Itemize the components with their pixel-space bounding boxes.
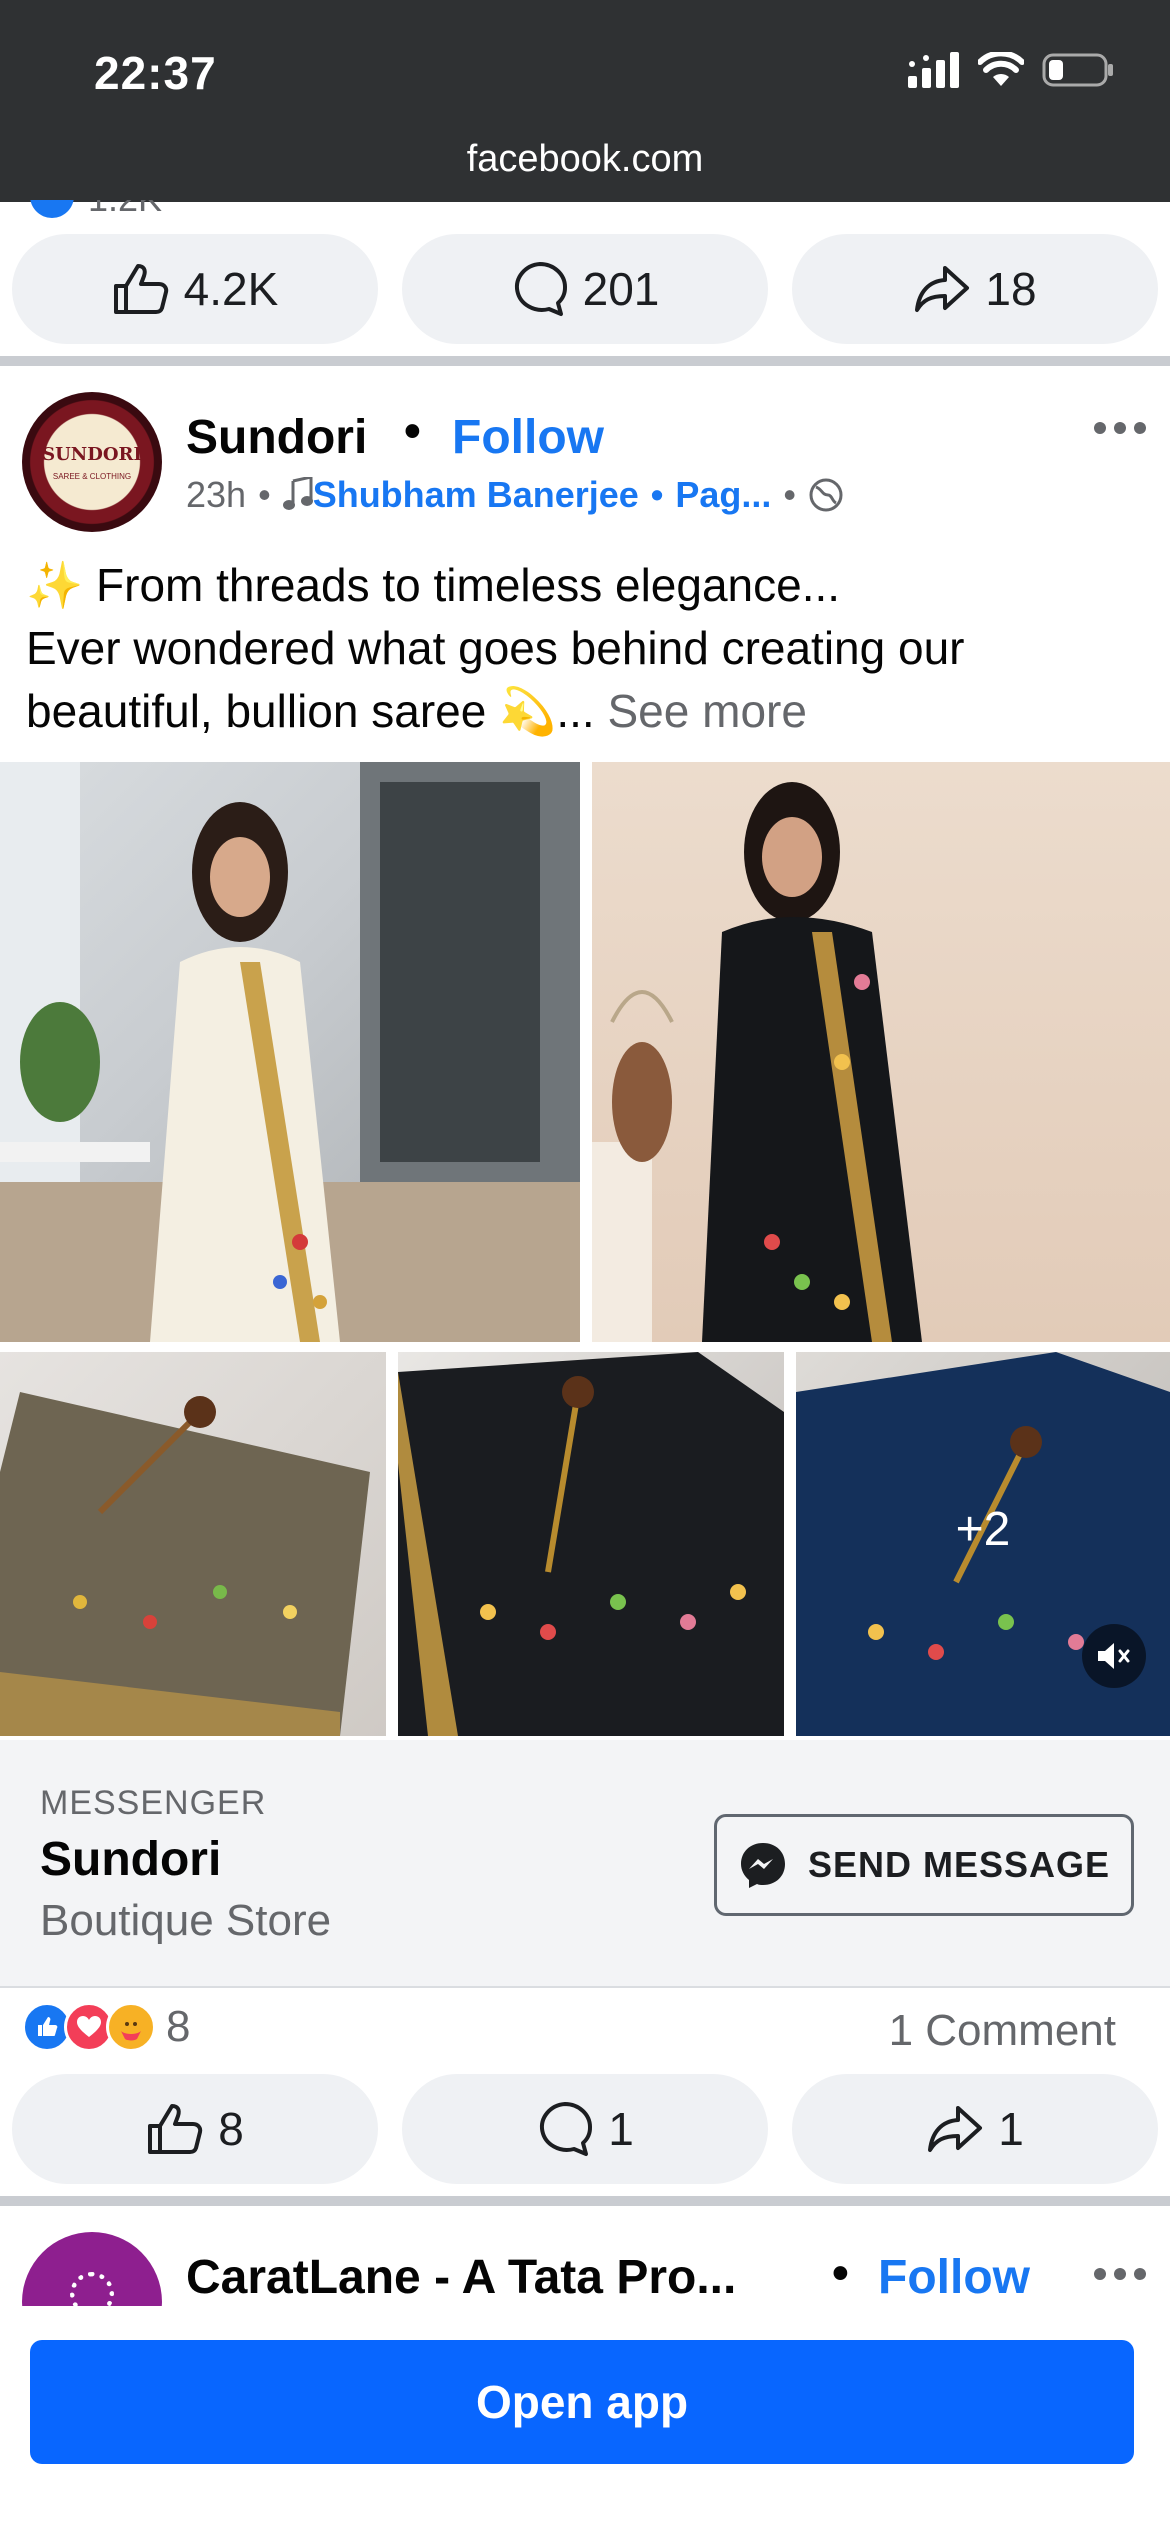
reactions-count: 8 bbox=[166, 2002, 191, 2051]
bottom-bar: Open app bbox=[0, 2306, 1170, 2532]
share-button[interactable]: 1 bbox=[792, 2074, 1158, 2184]
post-image-2[interactable] bbox=[592, 762, 1170, 1342]
thumbs-up-icon bbox=[148, 2104, 203, 2154]
avatar-logo-subtext: SAREE & CLOTHING bbox=[52, 472, 132, 481]
next-post-more-options-icon[interactable] bbox=[1094, 2268, 1146, 2280]
url-bar[interactable]: facebook.com bbox=[0, 138, 1170, 181]
music-credit[interactable]: Shubham Banerjee bbox=[282, 474, 639, 516]
meta-separator-2: • bbox=[650, 474, 664, 515]
more-images-count: +2 bbox=[955, 1503, 1011, 1556]
model-white-saree-image bbox=[0, 762, 580, 1342]
messenger-cta: MESSENGER Sundori Boutique Store SEND ME… bbox=[0, 1740, 1170, 1988]
model-black-saree-image bbox=[592, 782, 922, 1342]
post-actions: 8 1 1 bbox=[12, 2074, 1158, 2184]
mute-button[interactable] bbox=[1082, 1624, 1146, 1688]
page-label[interactable]: Pag... bbox=[675, 474, 771, 516]
caption-line-3: beautiful, bullion saree 💫... bbox=[26, 685, 595, 737]
like-button[interactable]: 8 bbox=[12, 2074, 378, 2184]
send-message-button[interactable]: SEND MESSAGE bbox=[714, 1814, 1134, 1916]
music-artist[interactable]: Shubham Banerjee bbox=[313, 474, 639, 515]
like-button[interactable]: 4.2K bbox=[12, 234, 378, 344]
cta-subtitle: Boutique Store bbox=[40, 1896, 332, 1945]
comments-count-link[interactable]: 1 Comment bbox=[889, 2006, 1116, 2056]
cta-kicker: MESSENGER bbox=[40, 1784, 267, 1822]
thumbs-up-icon bbox=[113, 264, 168, 314]
like-count: 4.2K bbox=[183, 263, 279, 315]
author-avatar[interactable]: SUNDORI SAREE & CLOTHING bbox=[22, 392, 162, 532]
more-options-icon[interactable] bbox=[1094, 422, 1146, 434]
status-bar: 22:37 facebook.com bbox=[0, 0, 1170, 202]
next-post-author[interactable]: CaratLane - A Tata Pro... bbox=[186, 2250, 736, 2305]
battery-icon bbox=[1042, 53, 1113, 87]
comment-count: 201 bbox=[582, 263, 660, 315]
share-count: 18 bbox=[985, 263, 1037, 315]
next-post-follow-button[interactable]: Follow bbox=[878, 2250, 1030, 2305]
comment-button[interactable]: 201 bbox=[402, 234, 768, 344]
send-message-label: SEND MESSAGE bbox=[807, 1844, 1111, 1885]
reactions-summary[interactable]: 8 bbox=[22, 2002, 190, 2052]
post-image-4[interactable] bbox=[398, 1352, 784, 1736]
comment-count: 1 bbox=[608, 2103, 634, 2155]
music-note-icon bbox=[282, 475, 313, 510]
share-icon bbox=[928, 2106, 983, 2152]
signal-icon bbox=[908, 52, 959, 88]
open-app-button[interactable]: Open app bbox=[30, 2340, 1134, 2464]
avatar-logo-text: SUNDORI bbox=[42, 444, 142, 465]
cta-title: Sundori bbox=[40, 1833, 222, 1886]
caption-line-1: ✨ From threads to timeless elegance... bbox=[26, 559, 841, 611]
meta-separator: • bbox=[258, 474, 271, 515]
post-separator bbox=[0, 2196, 1170, 2206]
next-post-separator: • bbox=[832, 2247, 849, 2300]
share-icon bbox=[915, 266, 970, 312]
care-reaction-icon bbox=[106, 2002, 156, 2052]
meta-separator-3: • bbox=[783, 474, 797, 515]
comment-button[interactable]: 1 bbox=[402, 2074, 768, 2184]
see-more-link[interactable]: See more bbox=[608, 685, 807, 737]
post-image-1[interactable] bbox=[0, 762, 580, 1342]
caption-line-2: Ever wondered what goes behind creating … bbox=[26, 622, 965, 674]
status-time: 22:37 bbox=[94, 47, 217, 99]
comment-icon bbox=[514, 262, 567, 316]
globe-icon bbox=[809, 478, 843, 512]
like-count: 8 bbox=[218, 2103, 244, 2155]
black-saree-flatlay-image bbox=[398, 1352, 784, 1736]
comment-icon bbox=[540, 2102, 593, 2156]
share-count: 1 bbox=[998, 2103, 1024, 2155]
post-meta: 23h • Shubham Banerjee • Pag... • bbox=[186, 474, 844, 516]
post-image-3[interactable] bbox=[0, 1352, 386, 1736]
follow-button[interactable]: Follow bbox=[452, 410, 604, 465]
previous-reaction-count: 1.2K bbox=[88, 200, 162, 218]
author-name[interactable]: Sundori bbox=[186, 410, 367, 465]
grey-saree-flatlay-image bbox=[0, 1392, 370, 1736]
author-separator: • bbox=[404, 405, 421, 458]
previous-post-actions: 4.2K 201 18 bbox=[12, 234, 1158, 344]
post-caption: ✨ From threads to timeless elegance... E… bbox=[26, 554, 1146, 743]
status-icons bbox=[908, 52, 1114, 88]
previous-post-reaction-peek: 1.2K bbox=[20, 200, 320, 218]
post-separator bbox=[0, 356, 1170, 366]
messenger-icon bbox=[740, 1843, 785, 1888]
post-time: 23h bbox=[186, 474, 247, 515]
like-reaction-icon bbox=[30, 200, 74, 218]
share-button[interactable]: 18 bbox=[792, 234, 1158, 344]
post-image-5[interactable]: +2 bbox=[796, 1352, 1170, 1736]
speaker-muted-icon bbox=[1098, 1643, 1130, 1669]
wifi-icon bbox=[978, 52, 1024, 86]
